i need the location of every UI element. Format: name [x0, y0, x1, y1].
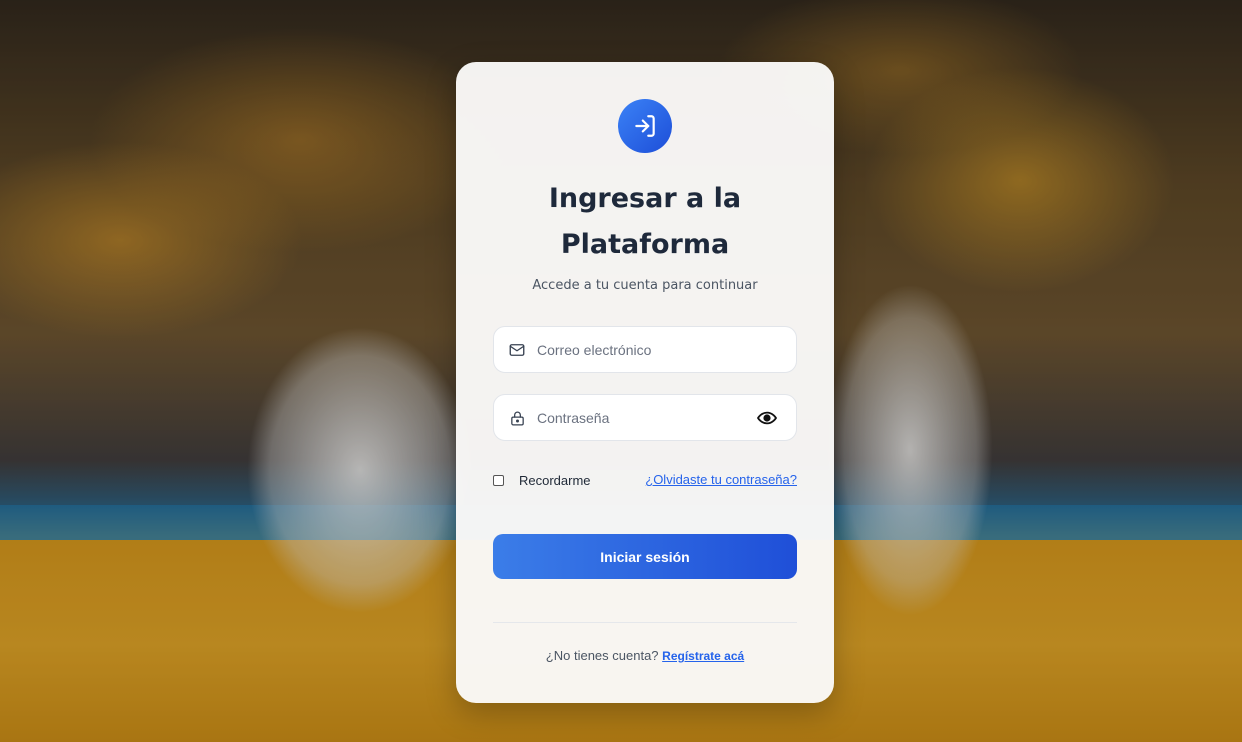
remember-checkbox[interactable]	[493, 475, 504, 486]
title-line-2: Plataforma	[560, 229, 730, 260]
lock-icon	[507, 408, 527, 428]
remember-me[interactable]: Recordarme	[493, 473, 591, 488]
signup-prompt: ¿No tienes cuenta? Regístrate acá	[456, 648, 834, 663]
envelope-icon	[507, 340, 527, 360]
no-account-text: ¿No tienes cuenta?	[545, 648, 659, 663]
title-line-1: Ingresar a la	[548, 183, 742, 214]
password-input[interactable]	[537, 395, 747, 440]
login-arrow-icon	[618, 99, 672, 153]
password-field[interactable]	[493, 394, 797, 441]
page-subtitle: Accede a tu cuenta para continuar	[532, 278, 758, 293]
login-card: Ingresar a la Plataforma Accede a tu cue…	[456, 62, 834, 703]
eye-icon[interactable]	[756, 408, 778, 428]
login-button[interactable]: Iniciar sesión	[493, 534, 797, 579]
page-title: Ingresar a la Plataforma	[456, 176, 834, 268]
divider	[493, 622, 797, 623]
email-input[interactable]	[537, 327, 747, 372]
register-link[interactable]: Regístrate acá	[662, 649, 744, 663]
email-field[interactable]	[493, 326, 797, 373]
remember-label: Recordarme	[519, 473, 591, 488]
forgot-password-link[interactable]: ¿Olvidaste tu contraseña?	[645, 472, 797, 487]
